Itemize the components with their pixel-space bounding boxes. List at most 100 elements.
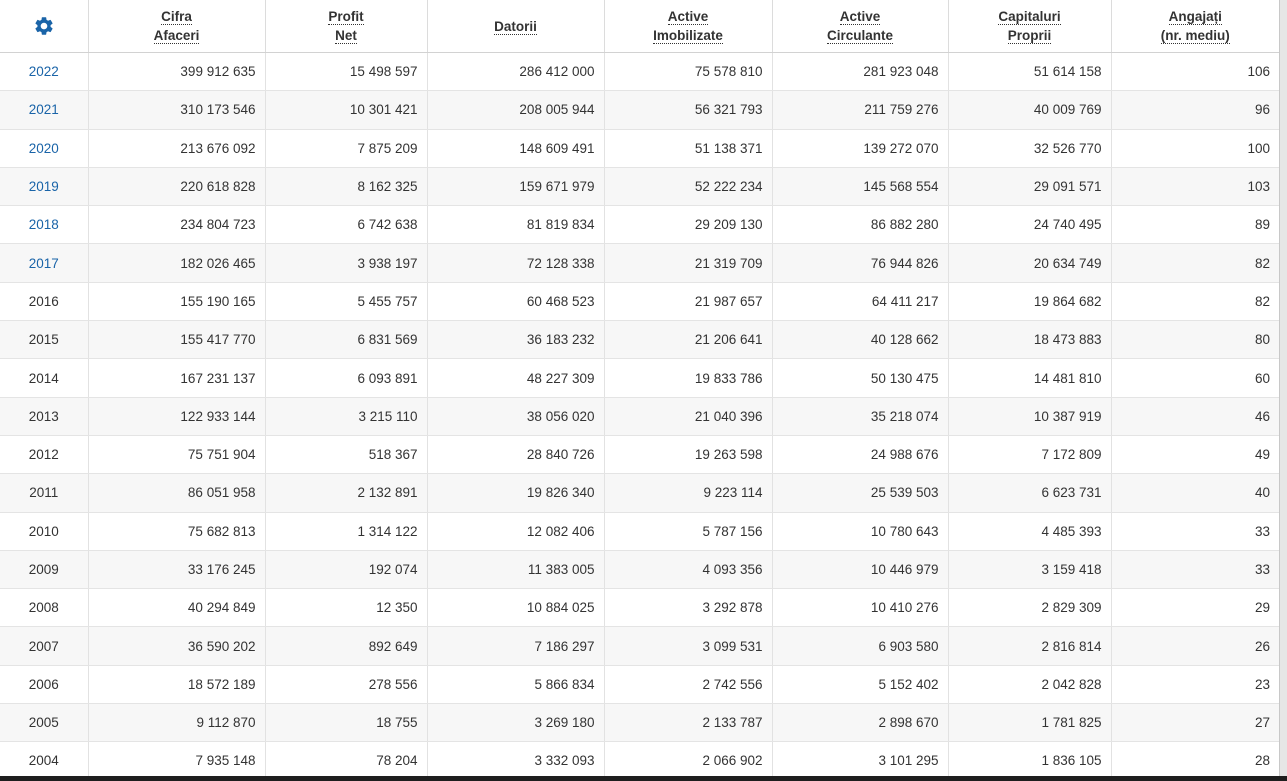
column-header[interactable]: Capitaluri Proprii [948, 0, 1112, 53]
column-header[interactable]: Active Imobilizate [604, 0, 773, 53]
value-cell: 7 875 209 [265, 129, 428, 168]
value-cell: 33 [1111, 512, 1279, 551]
column-header-label: Imobilizate [653, 28, 723, 44]
value-cell: 5 787 156 [604, 512, 773, 551]
column-header-label: Net [335, 28, 357, 44]
year-link[interactable]: 2019 [29, 179, 59, 194]
year-cell: 2015 [0, 320, 89, 360]
value-cell: 155 417 770 [88, 320, 266, 360]
table-row: 2013 122 933 144 3 215 110 38 056 020 21 040… [0, 397, 1279, 436]
year-cell[interactable]: 2019 [0, 167, 89, 207]
value-cell: 51 614 158 [948, 52, 1112, 92]
value-cell: 399 912 635 [88, 52, 266, 92]
column-header[interactable]: Cifra Afaceri [88, 0, 266, 53]
year-link[interactable]: 2021 [29, 102, 59, 117]
value-cell: 29 091 571 [948, 167, 1112, 207]
table-row: 2011 86 051 958 2 132 891 19 826 340 9 223 1… [0, 473, 1279, 513]
value-cell: 21 319 709 [604, 243, 773, 283]
column-header[interactable]: Datorii [427, 0, 605, 53]
value-cell: 2 816 814 [948, 626, 1112, 666]
value-cell: 50 130 475 [772, 358, 949, 398]
year-cell: 2012 [0, 435, 89, 475]
year-cell: 2009 [0, 550, 89, 590]
value-cell: 72 128 338 [427, 243, 605, 283]
bottom-edge [0, 776, 1287, 781]
scrollbar-edge [1279, 0, 1287, 781]
value-cell: 32 526 770 [948, 129, 1112, 168]
year-cell[interactable]: 2017 [0, 243, 89, 283]
value-cell: 33 176 245 [88, 550, 266, 590]
column-header-label: Circulante [826, 28, 894, 44]
value-cell: 28 840 726 [427, 435, 605, 475]
table-row: 2018 234 804 723 6 742 638 81 819 834 29 209… [0, 205, 1279, 245]
value-cell: 2 132 891 [265, 473, 428, 513]
column-header[interactable]: Angajați (nr. mediu) [1111, 0, 1279, 53]
value-cell: 1 836 105 [948, 741, 1112, 776]
value-cell: 182 026 465 [88, 243, 266, 283]
value-cell: 35 218 074 [772, 397, 949, 436]
value-cell: 192 074 [265, 550, 428, 590]
year-cell: 2014 [0, 358, 89, 398]
value-cell: 12 350 [265, 588, 428, 628]
value-cell: 40 128 662 [772, 320, 949, 360]
value-cell: 26 [1111, 626, 1279, 666]
value-cell: 3 938 197 [265, 243, 428, 283]
financial-table-container: Cifra Afaceri Profit Net Datorii Active Imobil… [0, 0, 1279, 776]
value-cell: 19 833 786 [604, 358, 773, 398]
value-cell: 2 742 556 [604, 665, 773, 705]
value-cell: 21 987 657 [604, 282, 773, 322]
year-link[interactable]: 2018 [29, 217, 59, 232]
table-row: 2012 75 751 904 518 367 28 840 726 19 263 59… [0, 435, 1279, 475]
year-link[interactable]: 2022 [29, 64, 59, 79]
year-cell[interactable]: 2020 [0, 129, 89, 168]
value-cell: 3 269 180 [427, 703, 605, 743]
value-cell: 82 [1111, 282, 1279, 322]
value-cell: 49 [1111, 435, 1279, 475]
value-cell: 10 884 025 [427, 588, 605, 628]
value-cell: 29 [1111, 588, 1279, 628]
value-cell: 52 222 234 [604, 167, 773, 207]
value-cell: 5 455 757 [265, 282, 428, 322]
value-cell: 10 410 276 [772, 588, 949, 628]
value-cell: 75 578 810 [604, 52, 773, 92]
value-cell: 40 [1111, 473, 1279, 513]
value-cell: 2 898 670 [772, 703, 949, 743]
column-header[interactable]: Active Circulante [772, 0, 949, 53]
value-cell: 220 618 828 [88, 167, 266, 207]
value-cell: 2 066 902 [604, 741, 773, 776]
column-header-label: (nr. mediu) [1160, 28, 1230, 44]
value-cell: 60 468 523 [427, 282, 605, 322]
value-cell: 24 740 495 [948, 205, 1112, 245]
year-cell[interactable]: 2021 [0, 90, 89, 130]
value-cell: 518 367 [265, 435, 428, 475]
year-link[interactable]: 2017 [29, 256, 59, 271]
value-cell: 19 826 340 [427, 473, 605, 513]
value-cell: 51 138 371 [604, 129, 773, 168]
gear-icon[interactable] [33, 15, 55, 37]
value-cell: 40 294 849 [88, 588, 266, 628]
table-row: 2009 33 176 245 192 074 11 383 005 4 093 356… [0, 550, 1279, 590]
value-cell: 38 056 020 [427, 397, 605, 436]
value-cell: 2 829 309 [948, 588, 1112, 628]
value-cell: 3 332 093 [427, 741, 605, 776]
table-header-row: Cifra Afaceri Profit Net Datorii Active Imobil… [0, 0, 1279, 53]
year-cell: 2006 [0, 665, 89, 705]
year-cell[interactable]: 2018 [0, 205, 89, 245]
value-cell: 213 676 092 [88, 129, 266, 168]
column-header-label: Active [667, 9, 709, 25]
value-cell: 76 944 826 [772, 243, 949, 283]
year-cell[interactable]: 2022 [0, 52, 89, 92]
value-cell: 10 780 643 [772, 512, 949, 551]
value-cell: 60 [1111, 358, 1279, 398]
value-cell: 281 923 048 [772, 52, 949, 92]
value-cell: 82 [1111, 243, 1279, 283]
table-row: 2017 182 026 465 3 938 197 72 128 338 21 319… [0, 243, 1279, 283]
year-link[interactable]: 2020 [29, 141, 59, 156]
value-cell: 40 009 769 [948, 90, 1112, 130]
year-cell: 2007 [0, 626, 89, 666]
table-row: 2010 75 682 813 1 314 122 12 082 406 5 787 1… [0, 512, 1279, 551]
value-cell: 10 301 421 [265, 90, 428, 130]
value-cell: 20 634 749 [948, 243, 1112, 283]
column-header[interactable]: Profit Net [265, 0, 428, 53]
year-cell: 2004 [0, 741, 89, 776]
